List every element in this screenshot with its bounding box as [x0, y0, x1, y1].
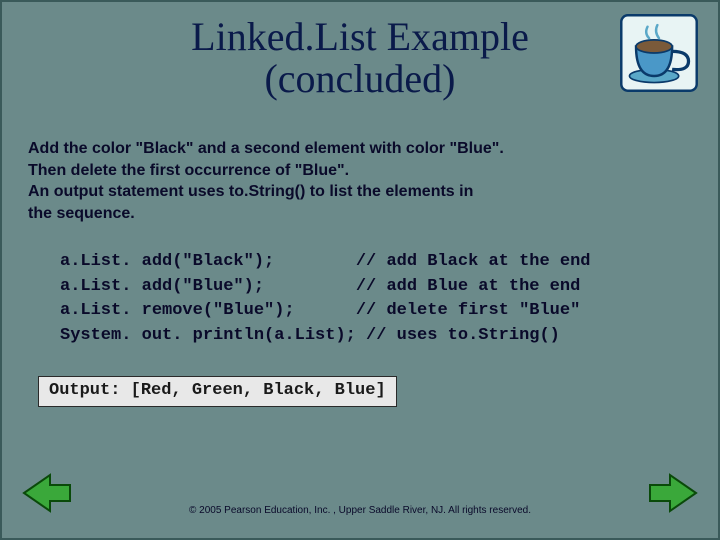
title-line-2: (concluded): [264, 56, 455, 101]
copyright-text: © 2005 Pearson Education, Inc. , Upper S…: [2, 505, 718, 516]
desc-line-3: An output statement uses to.String() to …: [28, 183, 473, 200]
output-box: Output: [Red, Green, Black, Blue]: [38, 376, 397, 407]
slide-title: Linked.List Example (concluded): [2, 16, 718, 100]
title-line-1: Linked.List Example: [191, 14, 529, 59]
output-label: Output:: [49, 381, 120, 400]
coffee-cup-icon: [618, 12, 700, 94]
desc-line-4: the sequence.: [28, 205, 135, 222]
code-line-3: a.List. remove("Blue"); // delete first …: [60, 301, 580, 320]
code-line-1: a.List. add("Black"); // add Black at th…: [60, 252, 591, 271]
code-block: a.List. add("Black"); // add Black at th…: [60, 250, 591, 349]
desc-line-2: Then delete the first occurrence of "Blu…: [28, 162, 349, 179]
code-line-4: System. out. println(a.List); // uses to…: [60, 326, 560, 345]
description-block: Add the color "Black" and a second eleme…: [28, 138, 692, 224]
code-line-2: a.List. add("Blue"); // add Blue at the …: [60, 277, 580, 296]
output-value: [Red, Green, Black, Blue]: [131, 381, 386, 400]
slide: Linked.List Example (concluded) Add the …: [0, 0, 720, 540]
desc-line-1: Add the color "Black" and a second eleme…: [28, 140, 504, 157]
